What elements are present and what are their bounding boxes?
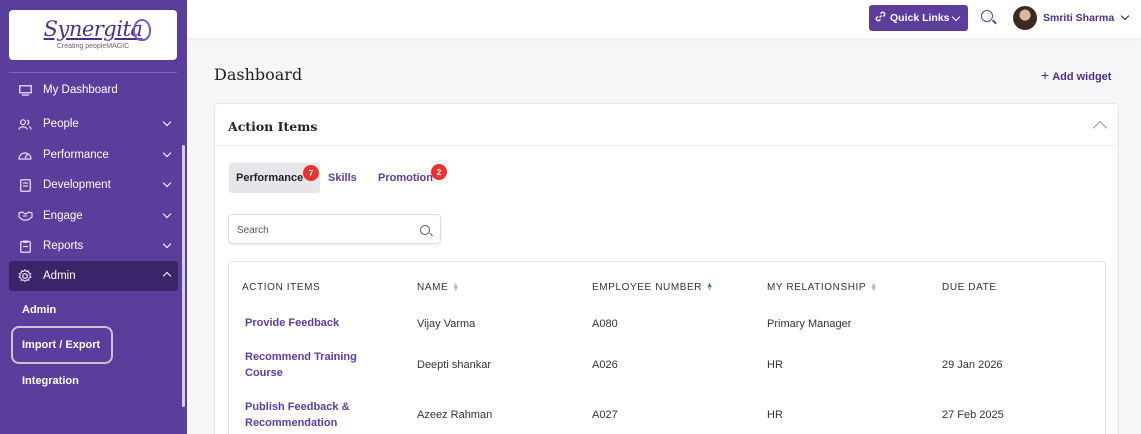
action-item-text: Publish Feedback &	[245, 401, 350, 413]
card-header[interactable]: Action Items	[215, 104, 1118, 146]
sidebar-item-engage[interactable]: Engage	[9, 202, 178, 230]
action-item-text: Recommend Training	[245, 351, 357, 363]
tab-label: Performance	[236, 172, 304, 184]
user-name[interactable]: Smriti Sharma	[1043, 12, 1114, 24]
brand-logo[interactable]: Synergita Creating peopleMAGIC	[9, 10, 177, 60]
brand-mark-icon	[133, 19, 151, 41]
sidebar: Synergita Creating peopleMAGIC My Dashbo…	[0, 0, 187, 434]
cell-employee-number: A026	[592, 359, 618, 371]
tab-label: Promotion	[378, 172, 433, 184]
sidebar-item-people[interactable]: People	[9, 110, 178, 138]
cell-relationship: Primary Manager	[767, 318, 852, 330]
column-header-label: NAME	[417, 282, 449, 293]
tab-badge: 7	[303, 165, 319, 181]
column-header-action-items: ACTION ITEMS	[242, 282, 320, 293]
sidebar-item-reports[interactable]: Reports	[9, 232, 178, 260]
chevron-down-icon	[162, 117, 172, 127]
action-item-text: Provide Feedback	[245, 317, 340, 329]
sidebar-subitem-admin[interactable]: Admin	[22, 304, 56, 316]
tab-badge: 2	[431, 164, 447, 180]
action-item-link[interactable]: Provide Feedback	[245, 315, 339, 331]
chevron-down-icon	[162, 178, 172, 188]
chevron-up-icon	[162, 271, 172, 281]
cell-name: Deepti shankar	[417, 359, 491, 371]
chevron-up-icon[interactable]	[1092, 120, 1108, 136]
tab-promotion[interactable]: Promotion	[378, 172, 433, 184]
chevron-down-icon	[162, 148, 172, 158]
column-header-label: ACTION ITEMS	[242, 282, 321, 293]
cell-relationship: HR	[767, 409, 783, 421]
sidebar-item-my-dashboard[interactable]: My Dashboard	[9, 76, 178, 104]
handshake-icon	[17, 211, 33, 221]
sort-ascending-icon[interactable]: ▲ ▼	[706, 282, 713, 293]
sidebar-item-label: My Dashboard	[43, 84, 118, 96]
column-header-employee-number[interactable]: EMPLOYEE NUMBER ▲ ▼	[592, 282, 713, 294]
clipboard-icon	[17, 240, 33, 253]
action-items-card: Action Items Performance 7 Skills Promot…	[214, 103, 1119, 434]
sidebar-scrollbar[interactable]	[182, 145, 185, 407]
column-header-my-relationship[interactable]: MY RELATIONSHIP ▲ ▼	[767, 282, 877, 294]
column-header-name[interactable]: NAME ▲ ▼	[417, 282, 459, 294]
monitor-icon	[17, 84, 33, 96]
add-widget-button[interactable]: + Add widget	[1041, 67, 1111, 83]
action-item-link[interactable]: Publish Feedback & Recommendation	[245, 399, 350, 431]
action-item-text: Course	[245, 367, 283, 379]
sidebar-item-admin[interactable]: Admin	[9, 261, 178, 291]
top-bar	[187, 0, 1141, 38]
avatar[interactable]	[1013, 6, 1037, 30]
sort-icon[interactable]: ▲ ▼	[870, 282, 877, 293]
page-title: Dashboard	[214, 65, 303, 84]
chevron-down-icon	[162, 209, 172, 219]
cell-relationship: HR	[767, 359, 783, 371]
sidebar-item-label: Reports	[43, 240, 84, 252]
tab-skills[interactable]: Skills	[328, 172, 357, 184]
link-icon	[875, 11, 886, 25]
cell-name: Azeez Rahman	[417, 409, 493, 421]
gauge-icon	[17, 150, 33, 160]
sidebar-item-label: Performance	[43, 149, 109, 161]
column-header-label: DUE DATE	[942, 282, 997, 293]
chevron-down-icon	[162, 239, 172, 249]
sidebar-item-label: Development	[43, 179, 111, 191]
plus-icon: +	[1041, 67, 1050, 83]
cell-employee-number: A027	[592, 409, 618, 421]
action-item-text: Recommendation	[245, 417, 338, 429]
chevron-down-icon	[951, 12, 961, 22]
gear-icon	[17, 269, 33, 283]
people-icon	[17, 118, 33, 130]
search-icon[interactable]	[420, 225, 430, 235]
brand-tagline: Creating peopleMAGIC	[56, 43, 130, 50]
cell-due-date: 27 Feb 2025	[942, 409, 1004, 421]
sidebar-subitem-integration[interactable]: Integration	[22, 375, 79, 387]
add-widget-label: Add widget	[1052, 71, 1112, 83]
sidebar-item-label: People	[43, 118, 79, 130]
sidebar-item-label: Engage	[43, 210, 83, 222]
search-input[interactable]	[237, 222, 407, 238]
sidebar-item-development[interactable]: Development	[9, 171, 178, 199]
sidebar-subitem-import-export[interactable]: Import / Export	[22, 339, 100, 351]
cell-name: Vijay Varma	[417, 318, 476, 330]
sort-icon[interactable]: ▲ ▼	[452, 282, 459, 293]
sidebar-item-performance[interactable]: Performance	[9, 141, 178, 169]
search-icon[interactable]	[981, 10, 993, 22]
sidebar-divider	[9, 72, 177, 73]
brand-name: Synergita	[43, 17, 143, 41]
column-header-label: MY RELATIONSHIP	[767, 282, 867, 293]
cell-employee-number: A080	[592, 318, 618, 330]
action-items-table: ACTION ITEMS NAME ▲ ▼ EMPLOYEE NUMBER ▲ ▼ …	[228, 261, 1106, 434]
sidebar-item-label: Admin	[43, 270, 76, 282]
quick-links-button[interactable]: Quick Links	[869, 5, 968, 31]
card-title: Action Items	[228, 119, 318, 134]
book-icon	[17, 178, 33, 192]
tab-label: Skills	[328, 172, 357, 184]
quick-links-label: Quick Links	[890, 12, 950, 24]
search-field[interactable]	[228, 214, 441, 244]
column-header-label: EMPLOYEE NUMBER	[592, 282, 703, 293]
cell-due-date: 29 Jan 2026	[942, 359, 1003, 371]
column-header-due-date: DUE DATE	[942, 282, 997, 293]
action-item-link[interactable]: Recommend Training Course	[245, 349, 357, 381]
